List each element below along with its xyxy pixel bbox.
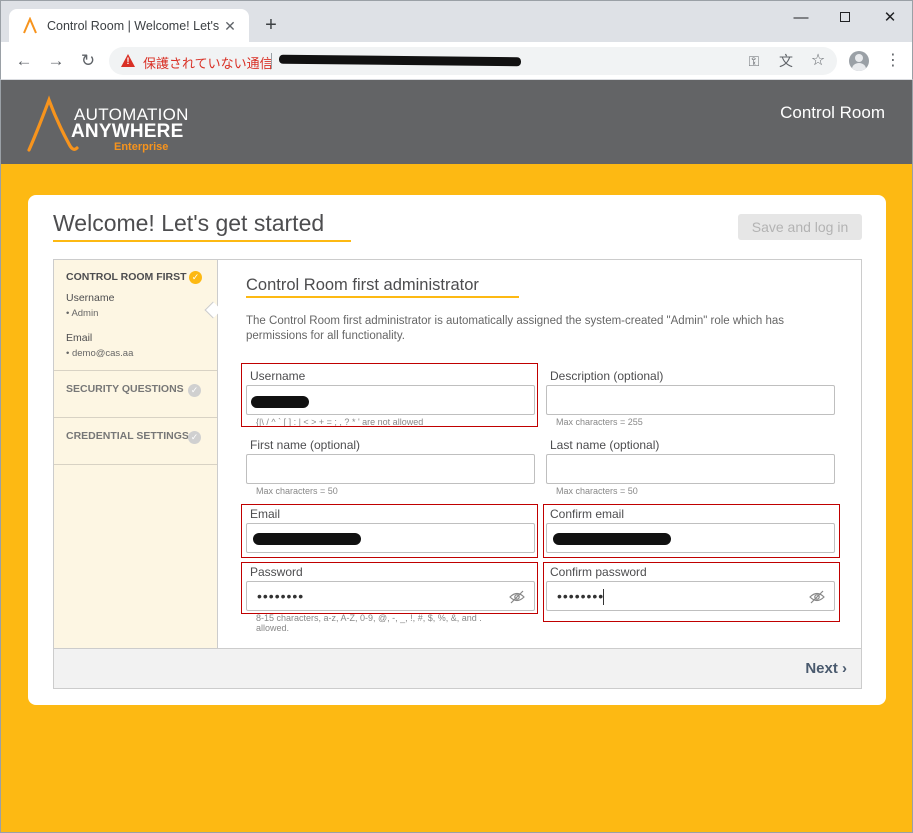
browser-tab[interactable]: Control Room | Welcome! Let's get starte… — [9, 9, 249, 43]
new-tab-button[interactable]: + — [260, 15, 282, 37]
translate-icon[interactable]: 文 — [777, 52, 795, 70]
step-label: SECURITY QUESTIONS — [66, 383, 184, 395]
browser-tab-bar: Control Room | Welcome! Let's get starte… — [0, 0, 913, 43]
password-hint: 8-15 characters, a-z, A-Z, 0-9, @, -, _,… — [256, 613, 482, 633]
section-description: The Control Room first administrator is … — [246, 315, 785, 342]
last-name-hint: Max characters = 50 — [556, 486, 638, 496]
app-body: Welcome! Let's get started Save and log … — [0, 164, 913, 833]
step-credential-settings[interactable]: CREDENTIAL SETTINGS ✓ — [54, 418, 217, 465]
step-label: CONTROL ROOM FIRST ... — [66, 271, 199, 283]
annotation-box-confirm-password — [543, 562, 840, 622]
automation-anywhere-favicon-icon — [23, 17, 37, 34]
back-arrow-icon[interactable]: ← — [13, 50, 35, 72]
description-label: Description (optional) — [550, 369, 664, 383]
logo-text-anywhere: ANYWHERE — [71, 121, 184, 142]
key-icon[interactable]: ⚿ — [745, 52, 763, 70]
step-username-value: • Admin — [66, 308, 99, 319]
window-maximize-button[interactable] — [822, 5, 868, 29]
reload-icon[interactable]: ↻ — [77, 50, 99, 72]
tab-title: Control Room | Welcome! Let's get starte… — [47, 19, 223, 33]
tab-close-icon[interactable]: ✕ — [221, 17, 239, 35]
warning-exclamation-icon: ! — [126, 56, 130, 66]
wizard-footer: Next › — [54, 648, 861, 688]
url-separator — [271, 53, 272, 69]
annotation-box-password — [241, 562, 538, 614]
step-control-room-first-admin[interactable]: CONTROL ROOM FIRST ... ✓ Username • Admi… — [54, 260, 217, 371]
wizard-steps: CONTROL ROOM FIRST ... ✓ Username • Admi… — [54, 260, 218, 648]
section-title: Control Room first administrator — [246, 276, 479, 294]
browser-toolbar: ← → ↻ ! 保護されていない通信 ⚿ 文 ☆ ⋮ — [0, 42, 913, 80]
first-name-hint: Max characters = 50 — [256, 486, 338, 496]
step-label: CREDENTIAL SETTINGS — [66, 430, 189, 442]
save-and-login-button[interactable]: Save and log in — [738, 214, 862, 240]
last-name-label: Last name (optional) — [550, 438, 660, 452]
last-name-input[interactable] — [546, 454, 835, 484]
first-name-input[interactable] — [246, 454, 535, 484]
forward-arrow-icon[interactable]: → — [45, 50, 67, 72]
page-title: Welcome! Let's get started — [53, 210, 325, 236]
annotation-box-email — [241, 504, 538, 558]
profile-avatar-icon[interactable] — [849, 51, 869, 71]
step-username-label: Username — [66, 292, 115, 304]
not-secure-label[interactable]: 保護されていない通信 — [143, 53, 273, 72]
bookmark-star-icon[interactable]: ☆ — [809, 52, 827, 70]
description-hint: Max characters = 255 — [556, 417, 643, 427]
maximize-icon — [840, 12, 850, 22]
admin-form: Control Room first administrator The Con… — [219, 260, 861, 648]
description-input[interactable] — [546, 385, 835, 415]
window-close-button[interactable]: ✕ — [867, 5, 913, 29]
first-name-label: First name (optional) — [250, 438, 361, 452]
window-minimize-button[interactable]: — — [778, 5, 824, 29]
check-circle-icon: ✓ — [188, 384, 201, 397]
browser-menu-icon[interactable]: ⋮ — [885, 51, 901, 71]
annotation-box-confirm-email — [543, 504, 840, 558]
address-bar[interactable]: ! 保護されていない通信 ⚿ 文 ☆ — [109, 47, 837, 75]
check-circle-icon: ✓ — [189, 271, 202, 284]
step-email-label: Email — [66, 332, 93, 344]
step-email-value: • demo@cas.aa — [66, 348, 134, 359]
logo-text-enterprise: Enterprise — [114, 141, 169, 153]
setup-wizard: CONTROL ROOM FIRST ... ✓ Username • Admi… — [53, 259, 862, 689]
next-button[interactable]: Next › — [805, 660, 847, 677]
url-redacted — [278, 54, 522, 67]
check-circle-icon: ✓ — [188, 431, 201, 444]
step-security-questions[interactable]: SECURITY QUESTIONS ✓ — [54, 371, 217, 418]
setup-card: Welcome! Let's get started Save and log … — [28, 195, 886, 705]
header-title: Control Room — [780, 103, 885, 122]
section-title-underline — [246, 296, 519, 298]
app-header: AUTOMATION ANYWHERE Enterprise Control R… — [0, 80, 913, 164]
page-title-underline — [53, 240, 351, 242]
annotation-box-username — [241, 363, 538, 427]
